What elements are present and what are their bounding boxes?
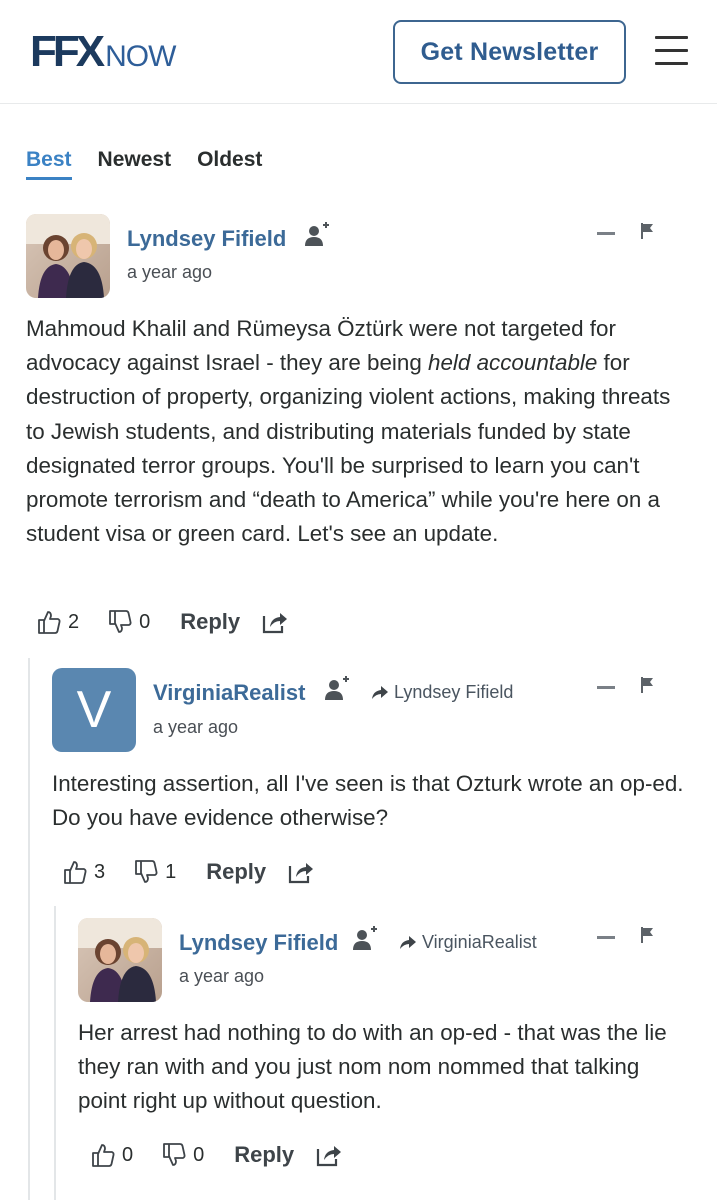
upvote-button[interactable]: 2 <box>36 609 79 635</box>
flag-icon[interactable] <box>640 676 656 694</box>
thumbs-up-icon <box>64 861 87 884</box>
reply-button[interactable]: Reply <box>206 859 266 885</box>
comment-actions: 3 1 Reply <box>62 857 314 887</box>
reply-button[interactable]: Reply <box>180 609 240 635</box>
upvote-button[interactable]: 3 <box>62 859 105 885</box>
comment-author[interactable]: Lyndsey Fifield <box>179 930 338 956</box>
thumbs-down-icon <box>163 1143 186 1166</box>
comment-author[interactable]: VirginiaRealist <box>153 680 305 706</box>
follow-user-icon[interactable] <box>352 926 378 952</box>
upvote-button[interactable]: 0 <box>90 1142 133 1168</box>
reply-arrow-icon <box>400 935 416 949</box>
thumbs-down-icon <box>135 860 158 883</box>
logo-now-text: NOW <box>105 40 176 73</box>
flag-icon[interactable] <box>640 222 656 240</box>
downvote-count: 0 <box>139 610 151 633</box>
comment-body: Mahmoud Khalil and Rümeysa Öztürk were n… <box>26 312 694 551</box>
thread-line <box>54 906 56 1200</box>
share-icon[interactable] <box>288 860 314 884</box>
thumbs-up-icon <box>38 611 61 634</box>
comment-body: Interesting assertion, all I've seen is … <box>52 771 684 831</box>
in-reply-to[interactable]: VirginiaRealist <box>398 932 537 953</box>
avatar-letter: V <box>76 681 112 739</box>
avatar[interactable]: V <box>52 668 136 752</box>
comment-body: Her arrest had nothing to do with an op-… <box>78 1020 667 1114</box>
comment-body-emphasis: held accountable <box>428 350 598 376</box>
get-newsletter-button[interactable]: Get Newsletter <box>393 20 626 84</box>
comment-timestamp[interactable]: a year ago <box>153 717 238 738</box>
in-reply-to[interactable]: Lyndsey Fifield <box>370 682 513 703</box>
tab-best[interactable]: Best <box>26 146 72 180</box>
comment-body-text: for destruction of property, organizing … <box>26 350 671 547</box>
avatar[interactable] <box>26 214 110 298</box>
reply-button[interactable]: Reply <box>234 1142 294 1168</box>
downvote-button[interactable]: 0 <box>107 609 150 635</box>
follow-user-icon[interactable] <box>324 676 350 702</box>
downvote-count: 1 <box>165 860 177 883</box>
in-reply-to-name: VirginiaRealist <box>422 932 537 952</box>
share-icon[interactable] <box>316 1143 342 1167</box>
downvote-button[interactable]: 0 <box>161 1142 204 1168</box>
collapse-icon[interactable] <box>597 686 615 689</box>
follow-user-icon[interactable] <box>304 222 330 248</box>
flag-icon[interactable] <box>640 926 656 944</box>
collapse-icon[interactable] <box>597 232 615 235</box>
thread-line <box>28 658 30 1200</box>
tab-oldest[interactable]: Oldest <box>197 146 262 180</box>
comment-actions: 2 0 Reply <box>36 607 288 637</box>
comment-timestamp[interactable]: a year ago <box>179 966 264 987</box>
upvote-count: 2 <box>68 610 80 633</box>
thumbs-up-icon <box>92 1144 115 1167</box>
upvote-count: 3 <box>94 860 106 883</box>
hamburger-menu-icon[interactable] <box>655 36 688 66</box>
site-header: FFX NOW Get Newsletter <box>0 0 717 104</box>
logo-ffx-text: FFX <box>30 27 105 76</box>
upvote-count: 0 <box>122 1143 134 1166</box>
downvote-count: 0 <box>193 1143 205 1166</box>
comment-reply: Lyndsey Fifield VirginiaRealist a year a… <box>78 918 698 1188</box>
comment-reply: V VirginiaRealist Lyndsey Fifield a year… <box>52 668 692 898</box>
share-icon[interactable] <box>262 610 288 634</box>
avatar[interactable] <box>78 918 162 1002</box>
tab-newest[interactable]: Newest <box>98 146 172 180</box>
thumbs-down-icon <box>109 610 132 633</box>
comment-author[interactable]: Lyndsey Fifield <box>127 226 286 252</box>
comment: Lyndsey Fifield a year ago Mahmoud Khali… <box>26 214 696 644</box>
in-reply-to-name: Lyndsey Fifield <box>394 682 514 702</box>
ffxnow-logo[interactable]: FFX NOW <box>30 27 176 76</box>
reply-arrow-icon <box>372 685 388 699</box>
comment-actions: 0 0 Reply <box>90 1140 342 1170</box>
downvote-button[interactable]: 1 <box>133 859 176 885</box>
collapse-icon[interactable] <box>597 936 615 939</box>
comment-timestamp[interactable]: a year ago <box>127 262 212 283</box>
sort-tabs: Best Newest Oldest <box>26 146 288 186</box>
